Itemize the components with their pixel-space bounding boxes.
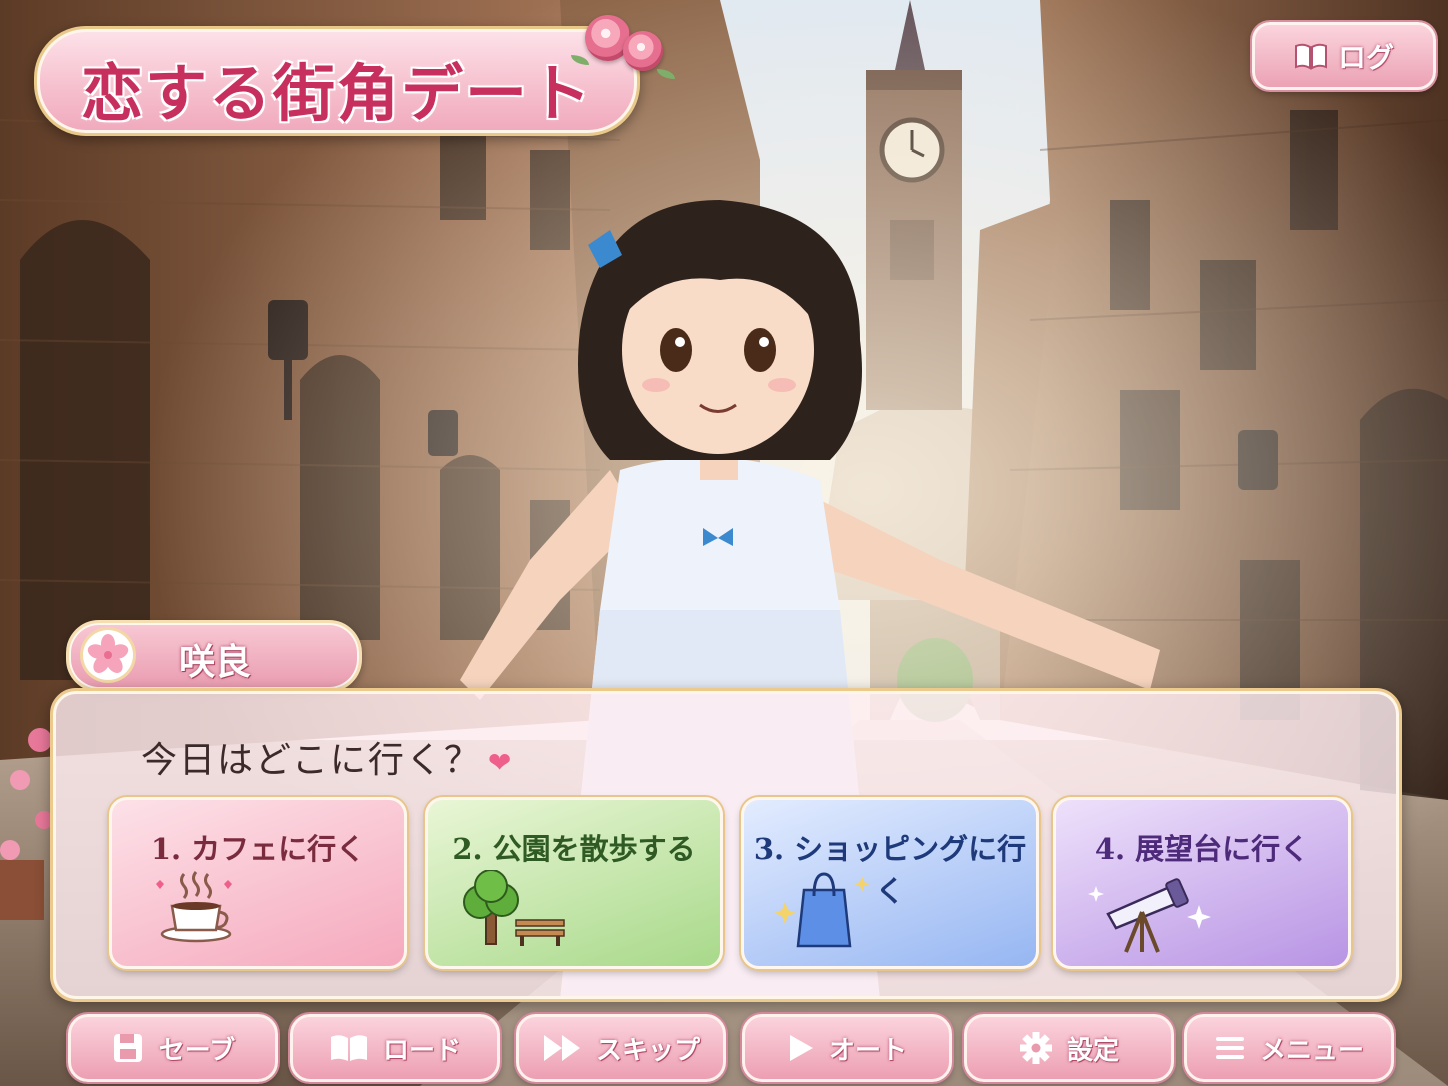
shopping-bag-icon	[774, 872, 870, 948]
settings-button-label: 設定	[1066, 1035, 1119, 1066]
load-button-label: ロード	[382, 1035, 461, 1066]
log-button[interactable]: ログ	[1252, 22, 1436, 90]
speaker-name-tag: 咲良	[66, 620, 362, 692]
tree-bench-icon	[463, 870, 565, 946]
dialog-line-text: 今日はどこに行く？	[141, 740, 482, 781]
choice-cafe-button[interactable]: 1. カフェに行く	[109, 797, 407, 969]
gear-icon	[1019, 1032, 1052, 1064]
choice-observatory-button[interactable]: 4. 展望台に行く	[1053, 797, 1351, 969]
choice-park-button[interactable]: 2. 公園を散歩する	[425, 797, 723, 969]
menu-button-label: メニュー	[1259, 1035, 1364, 1066]
fast-forward-icon	[543, 1035, 580, 1061]
log-button-label: ログ	[1337, 41, 1394, 74]
book-icon	[330, 1035, 367, 1061]
dialog-box: 今日はどこに行く？ ❤ 1. カフェに行く 2. 公園を散歩する 3. ショッピ…	[50, 688, 1402, 1002]
settings-button[interactable]: 設定	[964, 1014, 1174, 1082]
telescope-icon	[1088, 878, 1211, 953]
game-title: 恋する街角デート	[81, 57, 594, 130]
game-title-plate: 恋する街角デート	[34, 15, 675, 136]
coffee-cup-icon	[156, 871, 232, 943]
choice-label: 1. カフェに行く	[150, 832, 366, 866]
skip-button[interactable]: スキップ	[516, 1014, 726, 1082]
auto-button-label: オート	[828, 1035, 907, 1066]
sakura-icon	[83, 630, 133, 680]
choice-label: 2. 公園を散歩する	[452, 832, 696, 866]
dialog-line: 今日はどこに行く？ ❤	[141, 731, 513, 783]
menu-button[interactable]: メニュー	[1184, 1014, 1394, 1082]
book-icon	[1294, 43, 1327, 70]
save-button-label: セーブ	[158, 1035, 236, 1066]
skip-button-label: スキップ	[595, 1035, 700, 1066]
speaker-name: 咲良	[179, 642, 252, 683]
load-button[interactable]: ロード	[290, 1014, 500, 1082]
floppy-disk-icon	[113, 1034, 142, 1062]
choice-shopping-button[interactable]: 3. ショッピングに行く	[741, 797, 1039, 969]
rose-icon	[623, 31, 663, 71]
play-icon	[789, 1035, 813, 1061]
heart-icon: ❤	[487, 746, 514, 779]
save-button[interactable]: セーブ	[68, 1014, 278, 1082]
auto-button[interactable]: オート	[742, 1014, 952, 1082]
hamburger-menu-icon	[1215, 1037, 1244, 1059]
